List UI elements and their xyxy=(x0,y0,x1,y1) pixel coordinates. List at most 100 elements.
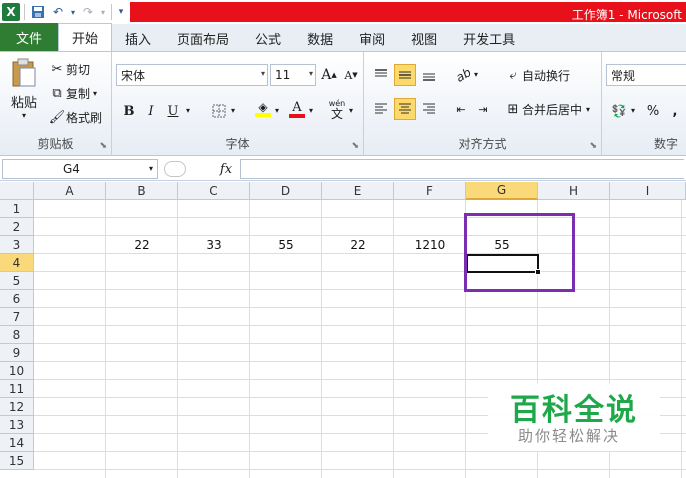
undo-icon[interactable]: ↶ xyxy=(49,3,67,21)
borders-dropdown-icon[interactable]: ▾ xyxy=(231,106,235,115)
cell-D3[interactable]: 55 xyxy=(250,236,322,254)
row-header-7[interactable]: 7 xyxy=(0,308,34,326)
row-header-11[interactable]: 11 xyxy=(0,380,34,398)
redo-dropdown-icon[interactable]: ▾ xyxy=(99,3,107,21)
customize-qat-icon[interactable]: ▾ xyxy=(116,3,126,21)
column-header-F[interactable]: F xyxy=(394,182,466,200)
format-painter-button[interactable]: 🖌 格式刷 xyxy=(48,108,102,126)
annotation-highlight-box xyxy=(464,213,575,292)
phonetic-button[interactable]: wén 文 xyxy=(326,98,348,120)
column-header-G[interactable]: G xyxy=(466,182,538,200)
column-header-C[interactable]: C xyxy=(178,182,250,200)
orientation-dropdown-icon[interactable]: ▾ xyxy=(474,70,478,79)
fill-color-dropdown-icon[interactable]: ▾ xyxy=(275,106,279,115)
tab-file[interactable]: 文件 xyxy=(0,23,58,51)
wrap-text-icon: ⤶ xyxy=(509,67,517,83)
row-header-2[interactable]: 2 xyxy=(0,218,34,236)
fill-color-button[interactable]: ◈ xyxy=(252,98,274,120)
accounting-dropdown-icon[interactable]: ▾ xyxy=(631,106,635,115)
row-header-8[interactable]: 8 xyxy=(0,326,34,344)
cell-E3[interactable]: 22 xyxy=(322,236,394,254)
copy-button[interactable]: ⧉ 复制 ▾ xyxy=(48,84,97,102)
orientation-button[interactable]: ab xyxy=(452,64,474,86)
decrease-indent-button[interactable]: ⇤ xyxy=(450,98,472,120)
align-bottom-icon xyxy=(423,73,435,81)
font-color-dropdown-icon[interactable]: ▾ xyxy=(309,106,313,115)
borders-button[interactable] xyxy=(208,100,230,122)
column-header-D[interactable]: D xyxy=(250,182,322,200)
merge-center-button[interactable]: ⊞ 合并后居中 ▾ xyxy=(504,100,590,118)
row-header-12[interactable]: 12 xyxy=(0,398,34,416)
bold-button[interactable]: B xyxy=(118,100,140,122)
tab-page-layout[interactable]: 页面布局 xyxy=(164,25,242,51)
row-header-3[interactable]: 3 xyxy=(0,236,34,254)
row-header-10[interactable]: 10 xyxy=(0,362,34,380)
font-color-button[interactable]: A xyxy=(286,98,308,120)
column-header-B[interactable]: B xyxy=(106,182,178,200)
row-header-14[interactable]: 14 xyxy=(0,434,34,452)
tab-insert[interactable]: 插入 xyxy=(112,25,164,51)
tab-formulas[interactable]: 公式 xyxy=(242,25,294,51)
redo-icon[interactable]: ↷ xyxy=(79,3,97,21)
tab-developer[interactable]: 开发工具 xyxy=(450,25,528,51)
name-box[interactable]: G4 ▾ xyxy=(2,159,158,179)
excel-logo-icon[interactable]: X xyxy=(2,3,20,21)
tab-view[interactable]: 视图 xyxy=(398,25,450,51)
number-format-combo[interactable]: 常规 xyxy=(606,64,686,86)
cut-button[interactable]: ✂ 剪切 xyxy=(48,60,90,78)
font-launcher-icon[interactable]: ⬊ xyxy=(351,141,359,151)
row-header-5[interactable]: 5 xyxy=(0,272,34,290)
insert-function-button[interactable]: fx xyxy=(214,159,238,179)
font-group-label: 字体 xyxy=(225,137,250,151)
comma-button[interactable]: , xyxy=(664,100,686,122)
row-header-13[interactable]: 13 xyxy=(0,416,34,434)
cell-F3[interactable]: 1210 xyxy=(394,236,466,254)
qat-separator xyxy=(24,4,25,20)
row-header-4[interactable]: 4 xyxy=(0,254,34,272)
undo-dropdown-icon[interactable]: ▾ xyxy=(69,3,77,21)
font-size-dropdown-icon: ▾ xyxy=(308,69,313,78)
column-header-A[interactable]: A xyxy=(34,182,106,200)
italic-button[interactable]: I xyxy=(140,100,162,122)
row-header-6[interactable]: 6 xyxy=(0,290,34,308)
formula-bar-divider-handle[interactable] xyxy=(164,161,186,177)
wrap-text-button[interactable]: ⤶ 自动换行 xyxy=(504,66,570,84)
row-header-9[interactable]: 9 xyxy=(0,344,34,362)
font-size-combo[interactable]: 11 ▾ xyxy=(270,64,316,86)
underline-button[interactable]: U xyxy=(162,100,184,122)
align-right-icon xyxy=(423,103,435,114)
increase-indent-icon: ⇥ xyxy=(478,102,488,116)
cell-C3[interactable]: 33 xyxy=(178,236,250,254)
align-center-button[interactable] xyxy=(394,98,416,120)
percent-button[interactable]: % xyxy=(642,100,664,122)
align-bottom-button[interactable] xyxy=(418,64,440,86)
formula-input[interactable] xyxy=(240,159,684,179)
underline-dropdown-icon[interactable]: ▾ xyxy=(186,106,190,115)
accounting-format-button[interactable]: 💱 xyxy=(608,100,630,122)
font-name-combo[interactable]: 宋体 ▾ xyxy=(116,64,268,86)
align-left-button[interactable] xyxy=(370,98,392,120)
tab-review[interactable]: 审阅 xyxy=(346,25,398,51)
tab-data[interactable]: 数据 xyxy=(294,25,346,51)
title-highlight-bar: 工作簿1 - Microsoft xyxy=(130,2,686,22)
phonetic-dropdown-icon[interactable]: ▾ xyxy=(349,106,353,115)
alignment-launcher-icon[interactable]: ⬊ xyxy=(589,141,597,151)
row-header-1[interactable]: 1 xyxy=(0,200,34,218)
align-top-button[interactable] xyxy=(370,64,392,86)
clipboard-launcher-icon[interactable]: ⬊ xyxy=(99,141,107,151)
increase-indent-button[interactable]: ⇥ xyxy=(472,98,494,120)
shrink-font-button[interactable]: A ▼ xyxy=(340,64,362,86)
column-header-I[interactable]: I xyxy=(610,182,686,200)
grow-font-button[interactable]: A ▲ xyxy=(318,64,340,86)
paste-button[interactable]: 粘贴 ▾ xyxy=(6,58,42,120)
cell-B3[interactable]: 22 xyxy=(106,236,178,254)
column-header-H[interactable]: H xyxy=(538,182,610,200)
align-middle-button[interactable] xyxy=(394,64,416,86)
row-header-15[interactable]: 15 xyxy=(0,452,34,470)
select-all-button[interactable] xyxy=(0,182,34,200)
column-header-E[interactable]: E xyxy=(322,182,394,200)
tab-home[interactable]: 开始 xyxy=(58,23,113,51)
align-right-button[interactable] xyxy=(418,98,440,120)
quick-access-toolbar: X ↶ ▾ ↷ ▾ ▾ xyxy=(0,0,126,24)
save-icon[interactable] xyxy=(29,3,47,21)
